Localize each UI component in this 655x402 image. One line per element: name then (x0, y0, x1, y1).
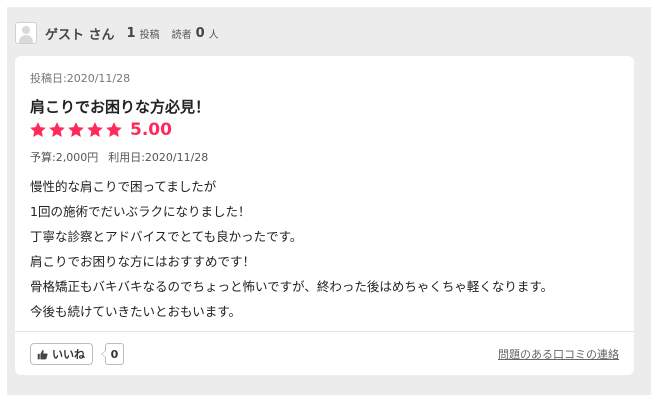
star-icon (68, 122, 84, 137)
review-title: 肩こりでお困りな方必見！ (30, 98, 211, 116)
review-footer: いいね 0 問題のある口コミの連絡 (15, 331, 634, 376)
review-body-line: 肩こりでお困りな方にはおすすめです！ (30, 254, 256, 269)
user-header: ゲスト さん 1 投稿 読者 0 人 (15, 20, 219, 46)
report-review-link[interactable]: 問題のある口コミの連絡 (498, 346, 619, 362)
reader-count-unit: 人 (208, 29, 219, 41)
like-label: いいね (52, 348, 85, 361)
reader-count: 0 (195, 25, 205, 41)
post-date: 投稿日:2020/11/28 (30, 72, 131, 85)
star-icon (87, 122, 103, 137)
like-count: 0 (101, 343, 124, 365)
post-count: 1 (126, 25, 136, 41)
review-meta: 予算:2,000円 利用日:2020/11/28 (30, 149, 208, 165)
review-body-line: 骨格矯正もバキバキなるのでちょっと怖いですが、終わった後はめちゃくちゃ軽くなりま… (30, 279, 554, 294)
review-panel: ゲスト さん 1 投稿 読者 0 人 投稿日:2020/11/28 肩こりでお困… (7, 7, 651, 395)
review-body-line: 今後も続けていきたいとおもいます。 (30, 304, 242, 319)
review-body-line: 丁寧な診察とアドバイスでとても良かったです。 (30, 229, 303, 244)
review-body-line: 慢性的な肩こりで困ってましたが (30, 179, 217, 194)
like-button[interactable]: いいね (30, 343, 93, 365)
rating-value: 5.00 (130, 120, 172, 140)
post-count-unit: 投稿 (139, 29, 160, 41)
review-card: 投稿日:2020/11/28 肩こりでお困りな方必見！ 5.00 予算:2,00… (15, 56, 634, 375)
user-name[interactable]: ゲスト さん (45, 24, 115, 43)
rating-stars (29, 121, 124, 139)
star-icon (49, 122, 65, 137)
use-date: 利用日:2020/11/28 (108, 151, 209, 164)
budget: 予算:2,000円 (30, 151, 99, 164)
review-body: 慢性的な肩こりで困ってましたが 1回の施術でだいぶラクになりました！ 丁寧な診察… (30, 174, 625, 324)
review-body-line: 1回の施術でだいぶラクになりました！ (30, 204, 251, 219)
star-icon (106, 122, 122, 137)
thumbs-up-icon (37, 349, 48, 359)
rating: 5.00 (29, 120, 172, 140)
reader-label: 読者 (171, 29, 192, 41)
star-icon (30, 122, 46, 137)
user-avatar-icon[interactable] (15, 22, 37, 44)
